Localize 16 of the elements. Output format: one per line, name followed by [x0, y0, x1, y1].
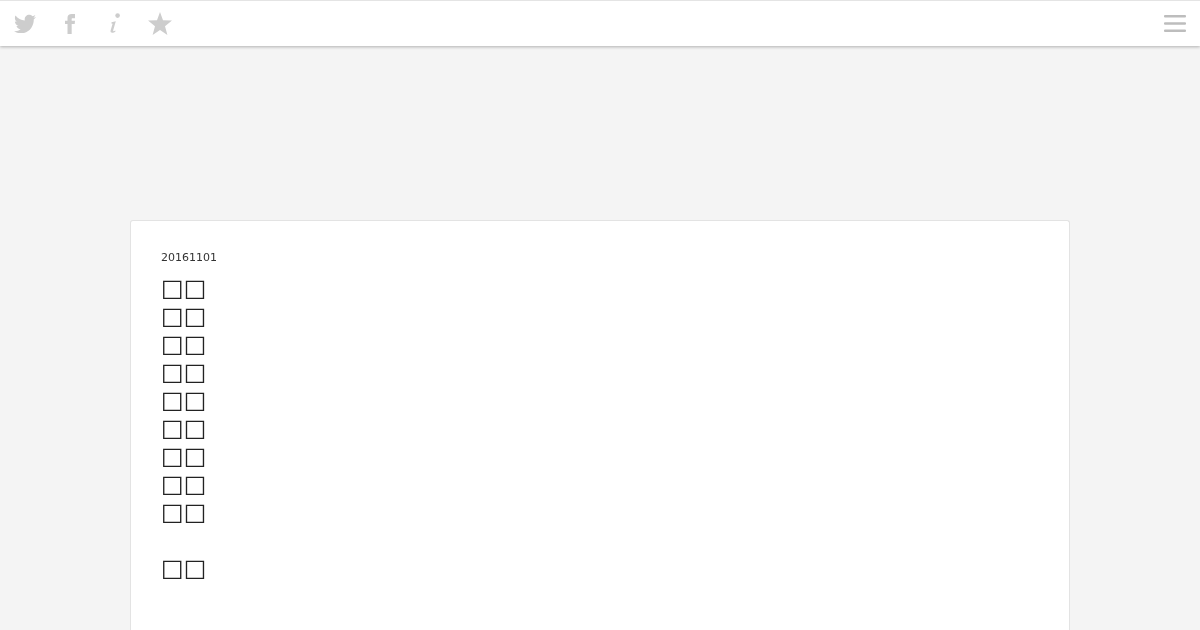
poem-line: □□ [161, 414, 207, 442]
facebook-icon[interactable] [64, 13, 75, 34]
post-date: 20161101 [161, 250, 217, 266]
poem-line: □□ [161, 554, 207, 582]
poem-line: □□ [161, 358, 207, 386]
poem-line: □□ [161, 386, 207, 414]
menu-icon[interactable] [1164, 15, 1186, 32]
poem-line: □□ [161, 498, 207, 526]
poem-line: □□ [161, 330, 207, 358]
poem-line: □□ [161, 442, 207, 470]
poem-line: □□ [161, 274, 207, 302]
info-icon[interactable] [108, 13, 121, 34]
poem-line: □□ [161, 302, 207, 330]
bird-icon[interactable] [13, 14, 36, 33]
star-icon[interactable] [147, 12, 172, 35]
poem-line: □□ [161, 470, 207, 498]
